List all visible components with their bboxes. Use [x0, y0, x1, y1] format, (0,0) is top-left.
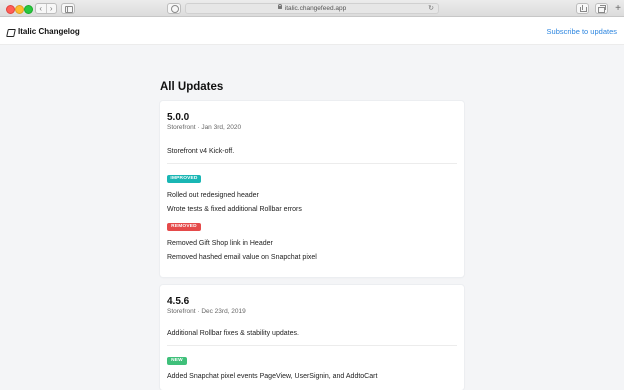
change-item: Removed Gift Shop link in Header — [167, 240, 273, 247]
new-tab-button[interactable]: + — [612, 3, 624, 16]
minimize-window-button[interactable] — [15, 5, 24, 14]
sidebar-toggle-icon[interactable] — [61, 3, 75, 14]
share-icon[interactable] — [576, 3, 589, 14]
change-item: Rolled out redesigned header — [167, 192, 259, 199]
lock-icon — [277, 3, 283, 9]
logo-icon — [6, 28, 14, 36]
release-meta: Storefront · Jan 3rd, 2020 — [167, 124, 242, 131]
release-card: 4.5.6 Storefront · Dec 23rd, 2019 Additi… — [160, 285, 464, 390]
history-nav: ‹ › — [35, 3, 57, 14]
app-name: Italic Changelog — [18, 27, 80, 36]
release-card: 5.0.0 Storefront · Jan 3rd, 2020 Storefr… — [160, 101, 464, 277]
forward-button[interactable]: › — [45, 4, 57, 13]
url-text: italic.changefeed.app — [284, 5, 347, 12]
change-item: Wrote tests & fixed additional Rollbar e… — [167, 206, 302, 213]
maximize-window-button[interactable] — [24, 5, 33, 14]
improved-badge: IMPROVED — [167, 175, 201, 183]
release-version[interactable]: 4.5.6 — [167, 296, 189, 307]
release-meta: Storefront · Dec 23rd, 2019 — [167, 308, 246, 315]
app-logo[interactable]: Italic Changelog — [6, 27, 80, 36]
divider — [167, 163, 457, 164]
release-version[interactable]: 5.0.0 — [167, 112, 189, 123]
close-window-button[interactable] — [6, 5, 15, 14]
reload-icon[interactable]: ↻ — [428, 4, 434, 13]
release-summary: Additional Rollbar fixes & stability upd… — [167, 330, 299, 337]
back-button[interactable]: ‹ — [36, 4, 46, 13]
page-title: All Updates — [160, 81, 224, 93]
app-header: Italic Changelog Subscribe to updates — [0, 17, 624, 45]
privacy-report-icon[interactable] — [167, 3, 181, 14]
browser-toolbar: ‹ › italic.changefeed.app ↻ + — [0, 0, 624, 17]
divider — [167, 345, 457, 346]
new-badge: NEW — [167, 357, 187, 365]
subscribe-link[interactable]: Subscribe to updates — [547, 27, 617, 36]
tab-overview-icon[interactable] — [595, 3, 608, 14]
change-item: Added Snapchat pixel events PageView, Us… — [167, 373, 378, 380]
release-summary: Storefront v4 Kick-off. — [167, 148, 235, 155]
change-item: Removed hashed email value on Snapchat p… — [167, 254, 317, 261]
removed-badge: REMOVED — [167, 223, 201, 231]
address-bar[interactable]: italic.changefeed.app ↻ — [185, 3, 439, 14]
